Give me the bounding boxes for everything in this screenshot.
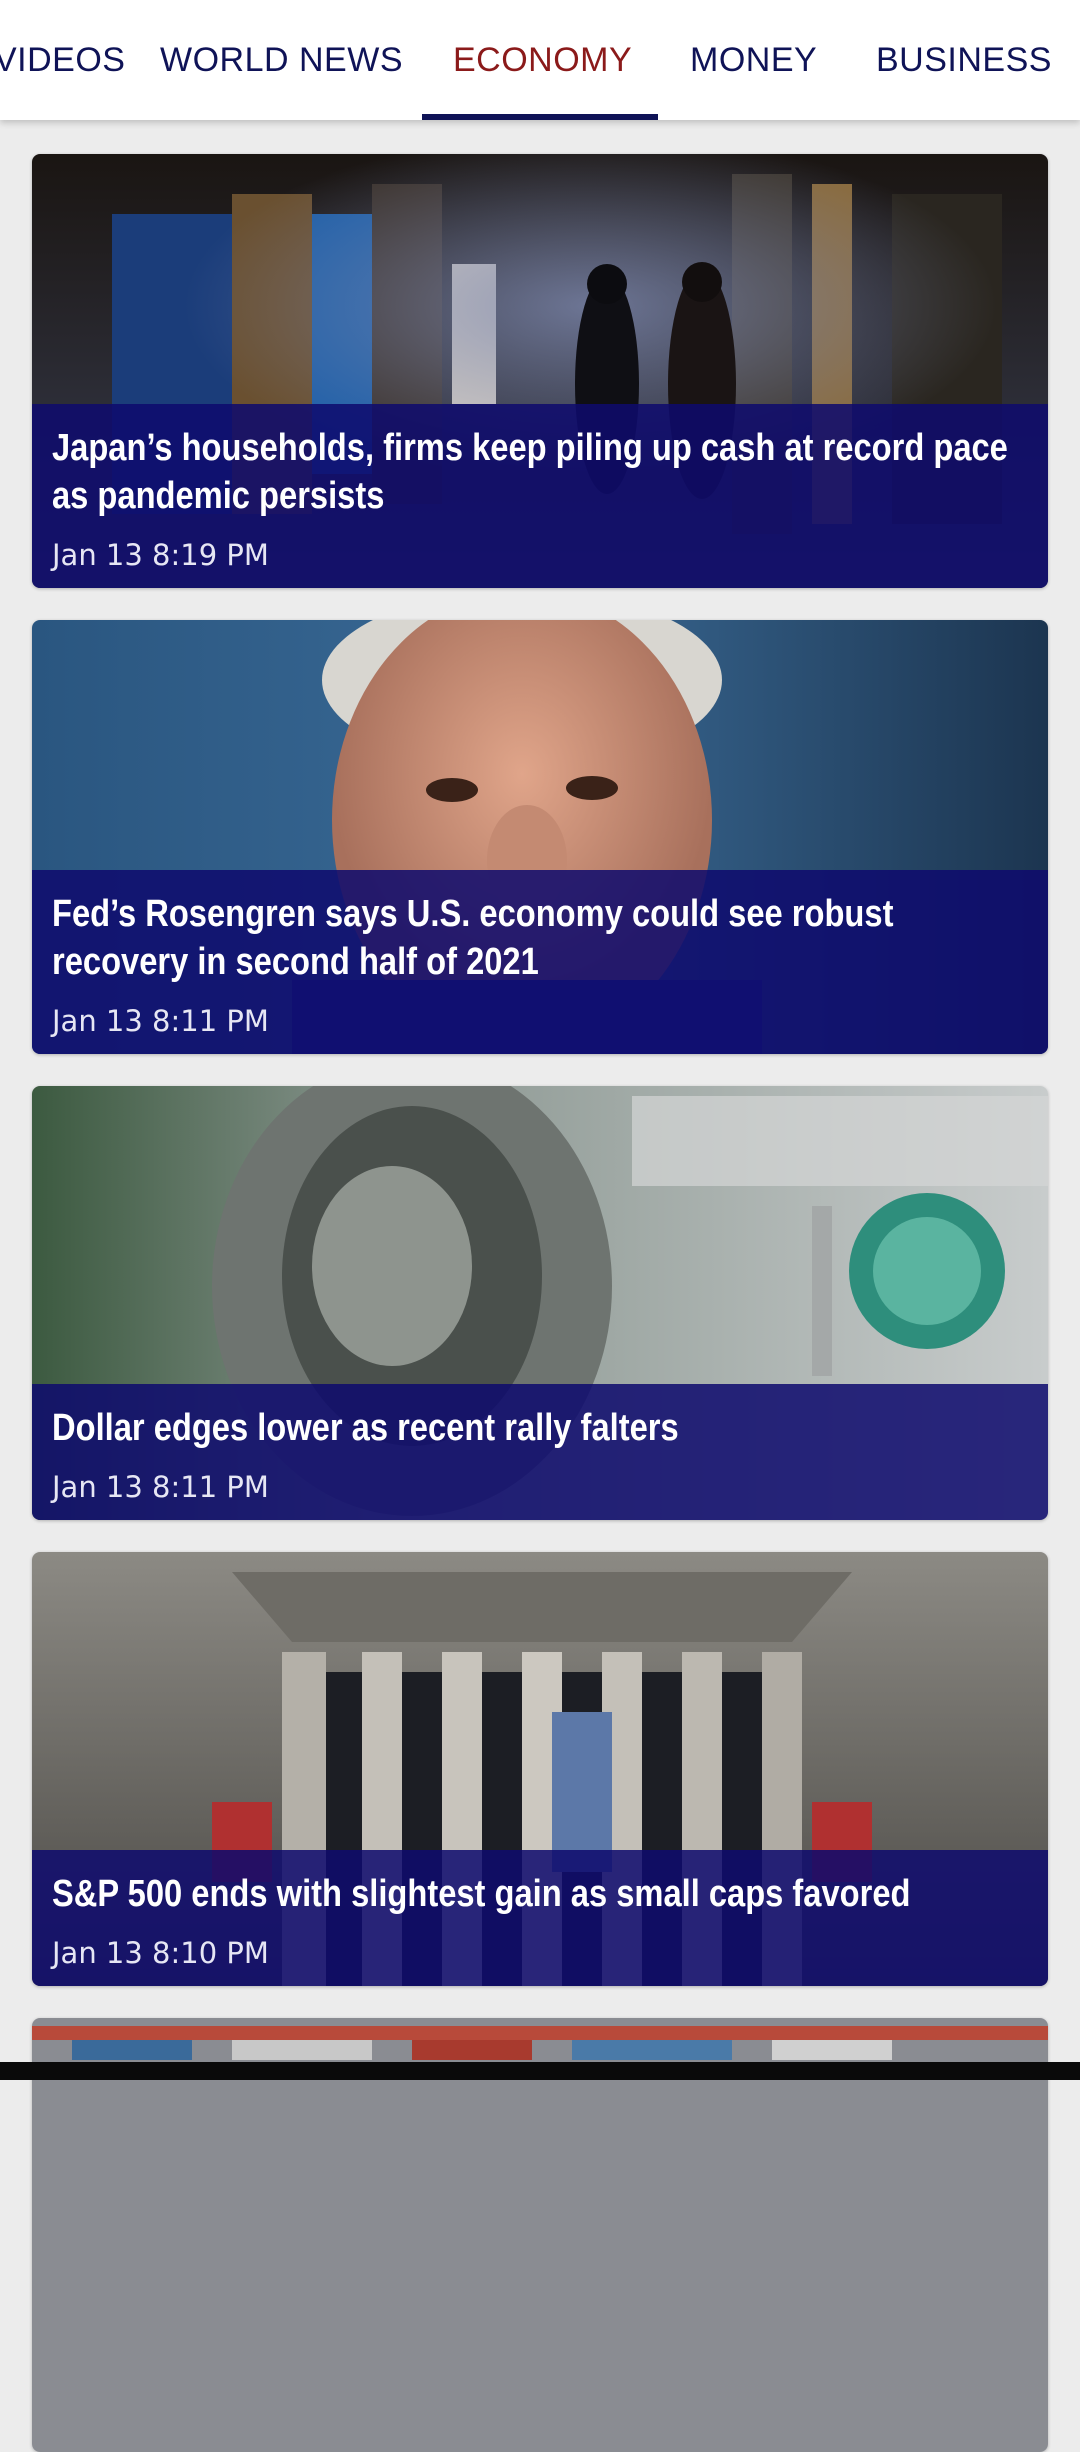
article-caption: Dollar edges lower as recent rally falte… <box>32 1384 1048 1520</box>
tab-economy[interactable]: ECONOMY <box>453 0 632 120</box>
article-headline: Fed’s Rosengren says U.S. economy could … <box>52 893 894 983</box>
article-card[interactable]: Dollar edges lower as recent rally falte… <box>32 1086 1048 1520</box>
shipping-containers-photo <box>32 2018 1048 2452</box>
article-timestamp: Jan 13 8:19 PM <box>52 538 269 572</box>
category-tab-bar: VIDEOS WORLD NEWS ECONOMY MONEY BUSINESS <box>0 0 1080 120</box>
tab-business[interactable]: BUSINESS <box>876 0 1052 120</box>
tab-money[interactable]: MONEY <box>690 0 817 120</box>
article-headline: Dollar edges lower as recent rally falte… <box>52 1407 679 1449</box>
article-card[interactable]: S&P 500 ends with slightest gain as smal… <box>32 1552 1048 1986</box>
article-card[interactable]: Japan’s households, firms keep piling up… <box>32 154 1048 588</box>
article-caption: Japan’s households, firms keep piling up… <box>32 404 1048 588</box>
article-timestamp: Jan 13 8:11 PM <box>52 1004 269 1038</box>
article-headline: Japan’s households, firms keep piling up… <box>52 427 1008 517</box>
article-headline: S&P 500 ends with slightest gain as smal… <box>52 1873 911 1915</box>
article-card[interactable]: Fed’s Rosengren says U.S. economy could … <box>32 620 1048 1054</box>
tab-world-news[interactable]: WORLD NEWS <box>160 0 403 120</box>
tab-videos[interactable]: VIDEOS <box>0 0 125 120</box>
article-timestamp: Jan 13 8:10 PM <box>52 1936 269 1970</box>
article-timestamp: Jan 13 8:11 PM <box>52 1470 269 1504</box>
article-caption: Fed’s Rosengren says U.S. economy could … <box>32 870 1048 1054</box>
system-navigation-bar <box>0 2062 1080 2080</box>
article-caption: S&P 500 ends with slightest gain as smal… <box>32 1850 1048 1986</box>
active-tab-indicator <box>422 114 658 120</box>
article-card[interactable] <box>32 2018 1048 2452</box>
